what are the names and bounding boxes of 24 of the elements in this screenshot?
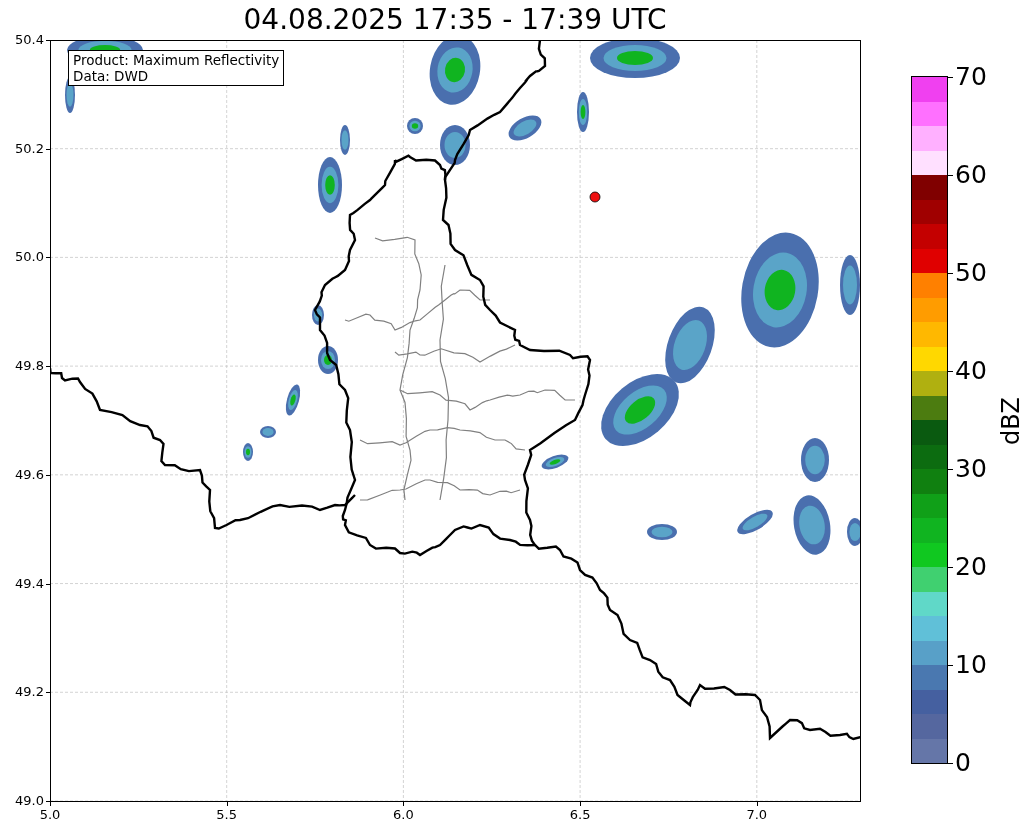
tick-label: 49.8 xyxy=(14,358,44,375)
axis-label: dBZ xyxy=(997,396,1023,446)
tick-label: 0 xyxy=(955,749,972,777)
tick-label: 60 xyxy=(955,161,988,189)
tick-label: 30 xyxy=(955,455,988,483)
tick-label: 5.5 xyxy=(215,807,239,823)
tick-label: 6.5 xyxy=(568,807,592,823)
tick-label: 6.0 xyxy=(392,807,415,823)
tick-label: 49.4 xyxy=(14,575,44,592)
tick-label: 50.4 xyxy=(14,31,44,48)
tick-label: 7.0 xyxy=(745,807,769,823)
tick-label: 49.6 xyxy=(14,466,44,483)
tick-label: 50.0 xyxy=(14,249,44,266)
tick-label: 40 xyxy=(955,357,988,385)
tick-label: 20 xyxy=(955,553,988,581)
tick-label: 50 xyxy=(955,259,988,287)
chart-title: 04.08.2025 17:35 - 17:39 UTC xyxy=(243,4,667,36)
tick-label: 10 xyxy=(955,651,988,679)
tick-label: 5.0 xyxy=(38,807,62,823)
info-box: Product: Maximum Reflectivity Data: DWD xyxy=(68,50,285,86)
tick-label: 50.2 xyxy=(14,140,44,157)
tick-label: 49.0 xyxy=(14,793,44,809)
tick-label: 70 xyxy=(955,63,988,91)
tick-label: 49.2 xyxy=(14,684,44,701)
